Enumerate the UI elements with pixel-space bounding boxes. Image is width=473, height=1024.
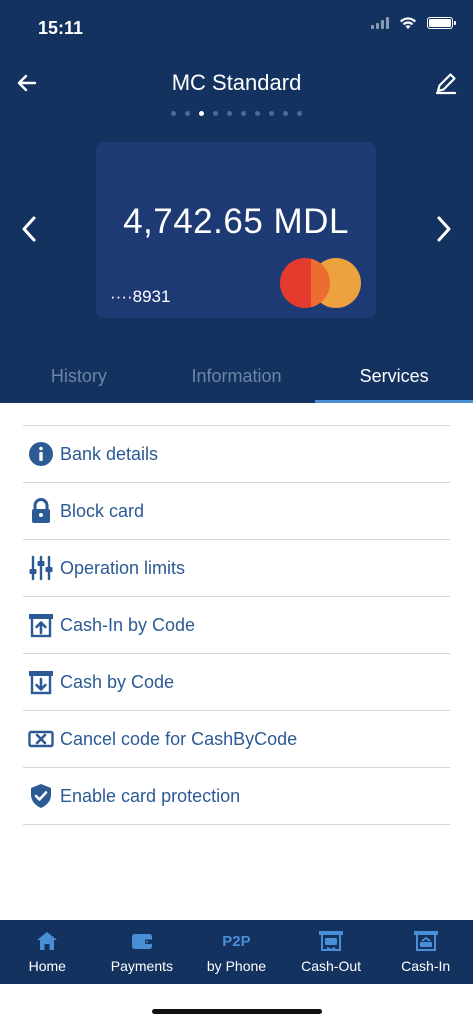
service-bank-details[interactable]: Bank details: [23, 426, 450, 483]
nav-label: Cash-Out: [301, 958, 362, 974]
tab-services[interactable]: Services: [315, 358, 473, 403]
nav-label: by Phone: [206, 958, 267, 974]
home-icon: [37, 932, 58, 950]
service-block-card[interactable]: Block card: [23, 483, 450, 540]
carousel-pagination: [0, 111, 473, 116]
service-operation-limits[interactable]: Operation limits: [23, 540, 450, 597]
nav-home[interactable]: Home: [0, 920, 95, 984]
carousel-dot[interactable]: [241, 111, 246, 116]
cash-out-icon: [29, 671, 53, 695]
tab-bar: History Information Services: [0, 358, 473, 403]
carousel-dot[interactable]: [171, 111, 176, 116]
carousel-dot[interactable]: [255, 111, 260, 116]
service-label: Enable card protection: [60, 785, 241, 806]
service-label: Cancel code for CashByCode: [60, 728, 298, 749]
service-label: Block card: [60, 500, 145, 521]
services-list: Bank details Block card Operation limits…: [23, 425, 450, 825]
battery-icon: [427, 17, 456, 29]
carousel-dot[interactable]: [213, 111, 218, 116]
mastercard-logo-icon: [280, 258, 362, 308]
chevron-right-icon: [437, 216, 451, 242]
carousel-dot[interactable]: [185, 111, 190, 116]
chevron-left-icon: [22, 216, 36, 242]
service-cancel-code[interactable]: Cancel code for CashByCode: [23, 711, 450, 768]
bank-card[interactable]: 4,742.65 MDL ····8931: [96, 142, 376, 318]
page-title: MC Standard: [171, 70, 302, 95]
nav-p2p[interactable]: P2P by Phone: [189, 920, 284, 984]
app-header: MC Standard: [0, 62, 473, 106]
tab-history[interactable]: History: [0, 358, 158, 403]
service-label: Cash-In by Code: [60, 614, 196, 635]
wallet-icon: [131, 934, 152, 949]
pencil-icon: [435, 73, 457, 95]
nav-label: Home: [28, 958, 66, 974]
carousel-dot[interactable]: [297, 111, 302, 116]
home-indicator: [152, 1009, 322, 1014]
nav-cash-in[interactable]: Cash-In: [378, 920, 473, 984]
sliders-icon: [29, 555, 53, 581]
cellular-signal-icon: [371, 17, 389, 29]
card-number: ····8931: [110, 287, 171, 306]
carousel-dot[interactable]: [227, 111, 232, 116]
service-label: Cash by Code: [60, 671, 175, 692]
edit-button[interactable]: [431, 68, 461, 98]
service-cash-in-by-code[interactable]: Cash-In by Code: [23, 597, 450, 654]
atm-out-icon: [319, 931, 344, 952]
next-card-button[interactable]: [427, 212, 461, 246]
nav-label: Payments: [110, 958, 174, 974]
atm-in-icon: [413, 931, 438, 951]
service-label: Bank details: [60, 443, 159, 464]
wifi-icon: [400, 17, 416, 29]
status-time: 15:11: [38, 18, 84, 38]
shield-check-icon: [31, 784, 51, 808]
header-area: 15:11 MC Standard 4,742.65 MDL ····8931 …: [0, 0, 473, 403]
info-icon: [29, 442, 53, 466]
lock-icon: [32, 498, 50, 523]
service-label: Operation limits: [60, 557, 186, 578]
carousel-dot[interactable]: [283, 111, 288, 116]
p2p-icon: P2P: [222, 932, 251, 950]
card-balance: 4,742.65 MDL: [123, 202, 349, 241]
cash-in-icon: [29, 614, 53, 638]
tab-information[interactable]: Information: [158, 358, 316, 403]
nav-payments[interactable]: Payments: [95, 920, 190, 984]
cancel-code-icon: [28, 730, 54, 748]
bottom-navigation: Home Payments P2P by Phone Cash-Out Cash…: [0, 920, 473, 984]
carousel-dot[interactable]: [199, 111, 204, 116]
service-card-protection[interactable]: Enable card protection: [23, 768, 450, 825]
service-cash-by-code[interactable]: Cash by Code: [23, 654, 450, 711]
status-icons: [371, 16, 456, 30]
nav-label: Cash-In: [401, 958, 451, 974]
prev-card-button[interactable]: [12, 212, 46, 246]
nav-cash-out[interactable]: Cash-Out: [284, 920, 379, 984]
carousel-dot[interactable]: [269, 111, 274, 116]
